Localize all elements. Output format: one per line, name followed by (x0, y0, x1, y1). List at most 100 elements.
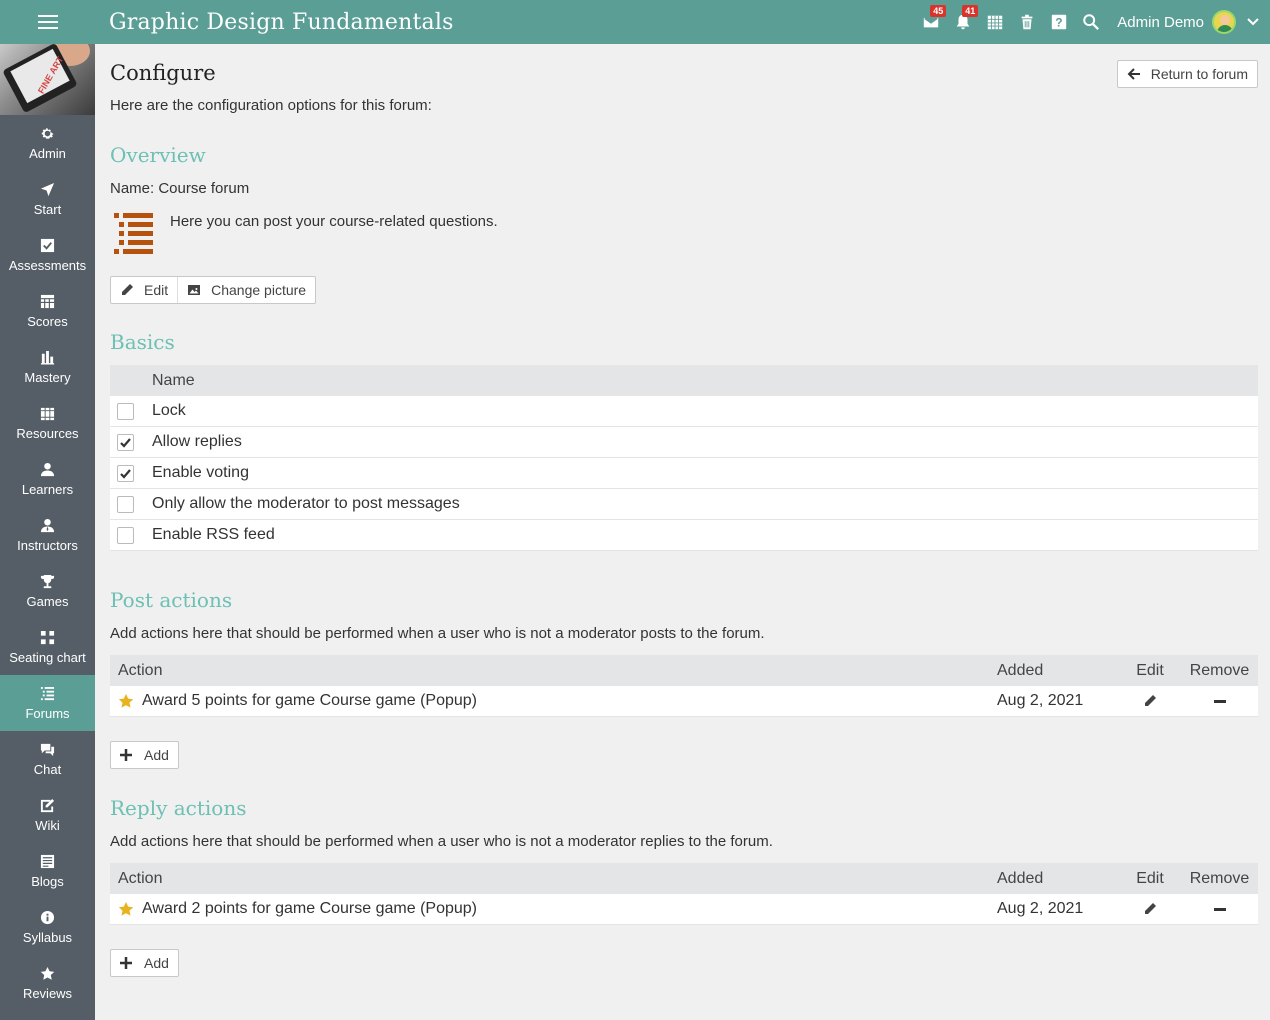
pencil-icon (1145, 903, 1156, 914)
sidebar-item-instructors[interactable]: Instructors (0, 507, 95, 563)
action-text: Award 5 points for game Course game (Pop… (142, 692, 477, 709)
option-row-lock: Lock (110, 396, 1258, 427)
sidebar-item-learners[interactable]: Learners (0, 451, 95, 507)
sidebar-item-label: Learners (21, 481, 74, 497)
table-header: Action Added Edit Remove (110, 863, 1258, 894)
trash-button[interactable] (1011, 0, 1043, 44)
option-label: Lock (152, 402, 186, 419)
sidebar-item-label: Assessments (8, 257, 87, 273)
enable-voting-checkbox[interactable] (117, 464, 134, 482)
avatar[interactable] (1212, 10, 1236, 34)
sidebar-item-assessments[interactable]: Assessments (0, 227, 95, 283)
basics-table: Name Lock Allow replies Enable voting On… (110, 365, 1258, 551)
remove-action-button[interactable] (1181, 907, 1258, 911)
messages-button[interactable]: 45 (915, 0, 947, 44)
calendar-button[interactable] (979, 0, 1011, 44)
sidebar-item-chat[interactable]: Chat (0, 731, 95, 787)
help-icon: ? (1052, 14, 1067, 30)
column-edit-header: Edit (1136, 869, 1164, 887)
option-label: Only allow the moderator to post message… (152, 495, 460, 512)
forum-description: Here you can post your course-related qu… (170, 213, 498, 230)
sidebar-item-mastery[interactable]: Mastery (0, 339, 95, 395)
arrow-left-icon (1127, 68, 1140, 80)
option-label: Enable RSS feed (152, 526, 275, 543)
moderator-only-checkbox[interactable] (117, 495, 134, 513)
user-name[interactable]: Admin Demo (1117, 14, 1204, 31)
option-label: Allow replies (152, 433, 242, 450)
reply-actions-table: Action Added Edit Remove Award 2 points … (110, 863, 1258, 925)
column-remove-header: Remove (1189, 869, 1250, 887)
sidebar-item-label: Games (26, 593, 69, 609)
sidebar-item-label: Mastery (24, 369, 71, 385)
bar-chart-icon (40, 350, 55, 365)
sidebar: FINE ART Admin Start Assessments Scores … (0, 44, 95, 1020)
page-title: Configure (110, 61, 216, 85)
lock-checkbox[interactable] (117, 402, 134, 420)
added-date: Aug 2, 2021 (997, 692, 1084, 709)
add-post-action-button[interactable]: Add (110, 741, 179, 769)
intro-text: Here are the configuration options for t… (110, 97, 432, 114)
edit-action-button[interactable] (1119, 902, 1181, 916)
column-name-header: Name (152, 371, 195, 389)
info-icon (40, 910, 55, 924)
table-row: Award 2 points for game Course game (Pop… (110, 894, 1258, 925)
gear-icon (41, 127, 54, 139)
edit-action-button[interactable] (1119, 694, 1181, 708)
sidebar-item-wiki[interactable]: Wiki (0, 787, 95, 843)
action-text: Award 2 points for game Course game (Pop… (142, 900, 477, 917)
remove-action-button[interactable] (1181, 699, 1258, 703)
sidebar-item-seating-chart[interactable]: Seating chart (0, 619, 95, 675)
app-title[interactable]: Graphic Design Fundamentals (109, 10, 454, 35)
table-header: Action Added Edit Remove (110, 655, 1258, 686)
option-row-enable-voting: Enable voting (110, 458, 1258, 489)
user-icon (40, 462, 55, 476)
checkmark-icon (120, 437, 131, 448)
search-button[interactable] (1075, 0, 1107, 44)
change-picture-button[interactable]: Change picture (177, 277, 315, 303)
grid-icon (40, 294, 55, 308)
sidebar-item-resources[interactable]: Resources (0, 395, 95, 451)
sidebar-item-admin[interactable]: Admin (0, 115, 95, 171)
help-button[interactable]: ? (1043, 0, 1075, 44)
sidebar-item-reviews[interactable]: Reviews (0, 955, 95, 1011)
sidebar-item-scores[interactable]: Scores (0, 283, 95, 339)
checkbox-icon (40, 238, 55, 252)
sidebar-item-blogs[interactable]: Blogs (0, 843, 95, 899)
sidebar-item-start[interactable]: Start (0, 171, 95, 227)
forum-picture (114, 213, 154, 255)
add-reply-action-button[interactable]: Add (110, 949, 179, 977)
trophy-icon (40, 574, 55, 588)
sidebar-item-label: Scores (27, 313, 68, 329)
course-image[interactable]: FINE ART (0, 44, 95, 115)
column-action-header: Action (118, 661, 163, 679)
basics-heading: Basics (110, 330, 175, 354)
return-to-forum-button[interactable]: Return to forum (1116, 60, 1258, 88)
sidebar-item-syllabus[interactable]: Syllabus (0, 899, 95, 955)
menu-toggle-button[interactable] (0, 0, 95, 44)
sidebar-item-label: Reviews (22, 985, 73, 1001)
sidebar-item-games[interactable]: Games (0, 563, 95, 619)
checkmark-icon (120, 468, 131, 479)
plus-icon (120, 749, 132, 761)
reply-actions-heading: Reply actions (110, 796, 247, 820)
sidebar-item-label: Instructors (17, 537, 78, 553)
reply-actions-description: Add actions here that should be performe… (110, 833, 773, 850)
calendar-icon (988, 15, 1003, 30)
option-row-rss: Enable RSS feed (110, 520, 1258, 551)
overview-heading: Overview (110, 143, 206, 167)
user-menu-button[interactable] (1236, 15, 1270, 29)
notifications-button[interactable]: 41 (947, 0, 979, 44)
edit-button[interactable]: Edit (111, 277, 177, 303)
option-row-allow-replies: Allow replies (110, 427, 1258, 458)
notifications-badge: 41 (962, 5, 979, 17)
table-header: Name (110, 365, 1258, 396)
sidebar-item-label: Chat (33, 761, 62, 777)
column-added-header: Added (997, 869, 1044, 887)
rss-feed-checkbox[interactable] (117, 526, 134, 544)
list-icon (40, 686, 55, 700)
edit-doc-icon (40, 798, 55, 812)
books-icon (40, 407, 55, 420)
allow-replies-checkbox[interactable] (117, 433, 134, 451)
picture-icon (188, 285, 201, 295)
sidebar-item-forums[interactable]: Forums (0, 675, 95, 731)
